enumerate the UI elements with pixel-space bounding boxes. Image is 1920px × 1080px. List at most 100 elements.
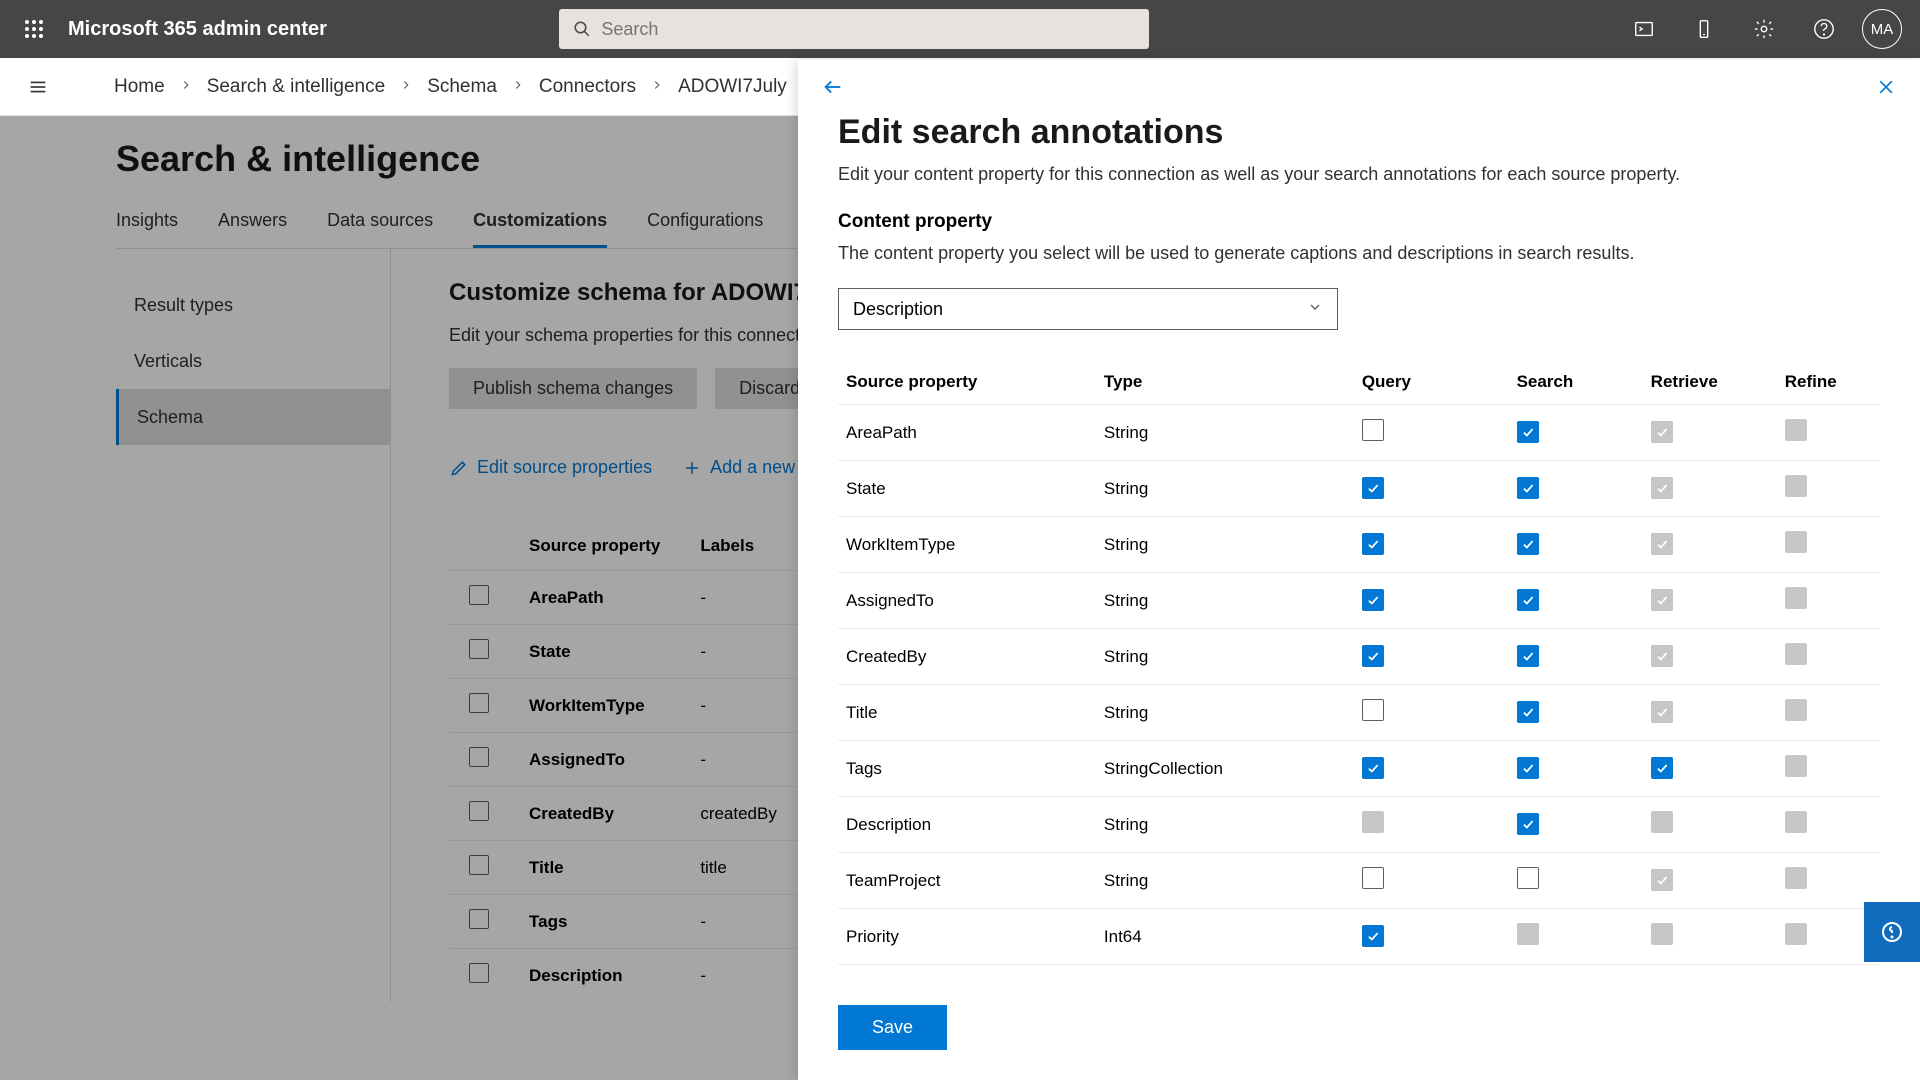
breadcrumb-item[interactable]: ADOWI7July <box>678 76 787 98</box>
breadcrumb-item[interactable]: Connectors <box>539 76 636 98</box>
help-icon[interactable] <box>1794 0 1854 58</box>
checkbox-blue[interactable] <box>1651 757 1673 779</box>
anno-type: String <box>1096 685 1354 741</box>
anno-cell <box>1643 461 1777 517</box>
checkbox-blue[interactable] <box>1362 533 1384 555</box>
checkbox-empty[interactable] <box>1362 699 1384 721</box>
help-fab[interactable] <box>1864 902 1920 962</box>
anno-cell <box>1354 461 1509 517</box>
checkbox-blue[interactable] <box>1517 701 1539 723</box>
anno-row: TitleString <box>838 685 1880 741</box>
checkbox-graycheck <box>1651 701 1673 723</box>
checkbox-gray <box>1651 811 1673 833</box>
anno-cell <box>1354 629 1509 685</box>
annotations-table: Source propertyTypeQuerySearchRetrieveRe… <box>838 360 1880 965</box>
checkbox-blue[interactable] <box>1517 757 1539 779</box>
chevron-right-icon <box>511 76 525 98</box>
mobile-icon[interactable] <box>1674 0 1734 58</box>
checkbox-graycheck <box>1651 869 1673 891</box>
checkbox-graycheck <box>1651 421 1673 443</box>
checkbox-gray <box>1785 475 1807 497</box>
checkbox-blue[interactable] <box>1362 477 1384 499</box>
checkbox-gray <box>1785 867 1807 889</box>
checkbox-empty[interactable] <box>1362 867 1384 889</box>
chevron-down-icon <box>1307 299 1323 320</box>
anno-row: AreaPathString <box>838 405 1880 461</box>
checkbox-blue[interactable] <box>1362 645 1384 667</box>
hamburger-icon[interactable] <box>14 76 62 98</box>
search-input[interactable] <box>601 19 1135 40</box>
anno-prop: Title <box>838 685 1096 741</box>
chevron-right-icon <box>179 76 193 98</box>
breadcrumb-item[interactable]: Search & intelligence <box>207 76 386 98</box>
anno-cell <box>1509 629 1643 685</box>
anno-row: AssignedToString <box>838 573 1880 629</box>
anno-cell <box>1643 685 1777 741</box>
anno-cell <box>1354 853 1509 909</box>
anno-cell <box>1643 405 1777 461</box>
anno-type: StringCollection <box>1096 741 1354 797</box>
checkbox-gray <box>1785 531 1807 553</box>
anno-prop: Priority <box>838 909 1096 965</box>
anno-cell <box>1509 797 1643 853</box>
anno-prop: Description <box>838 797 1096 853</box>
save-button[interactable]: Save <box>838 1005 947 1050</box>
checkbox-blue[interactable] <box>1517 533 1539 555</box>
anno-prop: CreatedBy <box>838 629 1096 685</box>
anno-cell <box>1509 685 1643 741</box>
anno-row: CreatedByString <box>838 629 1880 685</box>
anno-th: Source property <box>838 360 1096 405</box>
anno-cell <box>1354 685 1509 741</box>
anno-row: WorkItemTypeString <box>838 517 1880 573</box>
checkbox-gray <box>1785 587 1807 609</box>
close-button[interactable] <box>1876 77 1896 102</box>
checkbox-empty[interactable] <box>1517 867 1539 889</box>
anno-th: Type <box>1096 360 1354 405</box>
checkbox-blue[interactable] <box>1517 589 1539 611</box>
anno-cell <box>1643 909 1777 965</box>
breadcrumb-item[interactable]: Schema <box>427 76 497 98</box>
gear-icon[interactable] <box>1734 0 1794 58</box>
anno-cell <box>1509 741 1643 797</box>
anno-cell <box>1777 629 1880 685</box>
anno-cell <box>1354 909 1509 965</box>
edit-panel: Edit search annotations Edit your conten… <box>798 60 1920 1080</box>
panel-title: Edit search annotations <box>838 113 1880 152</box>
checkbox-gray <box>1651 923 1673 945</box>
checkbox-graycheck <box>1651 645 1673 667</box>
anno-cell <box>1643 741 1777 797</box>
checkbox-blue[interactable] <box>1362 757 1384 779</box>
shell-icon[interactable] <box>1614 0 1674 58</box>
checkbox-blue[interactable] <box>1362 589 1384 611</box>
breadcrumb: Home Search & intelligence Schema Connector… <box>114 76 787 98</box>
section-heading: Content property <box>838 211 1880 233</box>
checkbox-blue[interactable] <box>1517 813 1539 835</box>
checkbox-blue[interactable] <box>1517 645 1539 667</box>
anno-prop: AssignedTo <box>838 573 1096 629</box>
anno-cell <box>1509 461 1643 517</box>
user-avatar[interactable]: MA <box>1862 9 1902 49</box>
checkbox-blue[interactable] <box>1517 421 1539 443</box>
checkbox-gray <box>1362 811 1384 833</box>
anno-cell <box>1509 517 1643 573</box>
content-property-select[interactable]: Description <box>838 288 1338 330</box>
anno-cell <box>1777 797 1880 853</box>
search-box[interactable] <box>559 9 1149 49</box>
back-button[interactable] <box>822 76 844 103</box>
anno-cell <box>1777 685 1880 741</box>
checkbox-gray <box>1785 811 1807 833</box>
anno-type: Int64 <box>1096 909 1354 965</box>
anno-cell <box>1777 461 1880 517</box>
checkbox-gray <box>1785 419 1807 441</box>
app-launcher-icon[interactable] <box>10 5 58 53</box>
anno-cell <box>1777 405 1880 461</box>
anno-type: String <box>1096 405 1354 461</box>
breadcrumb-item[interactable]: Home <box>114 76 165 98</box>
anno-th: Search <box>1509 360 1643 405</box>
checkbox-blue[interactable] <box>1517 477 1539 499</box>
checkbox-empty[interactable] <box>1362 419 1384 441</box>
anno-type: String <box>1096 517 1354 573</box>
anno-th: Refine <box>1777 360 1880 405</box>
anno-cell <box>1643 797 1777 853</box>
checkbox-blue[interactable] <box>1362 925 1384 947</box>
